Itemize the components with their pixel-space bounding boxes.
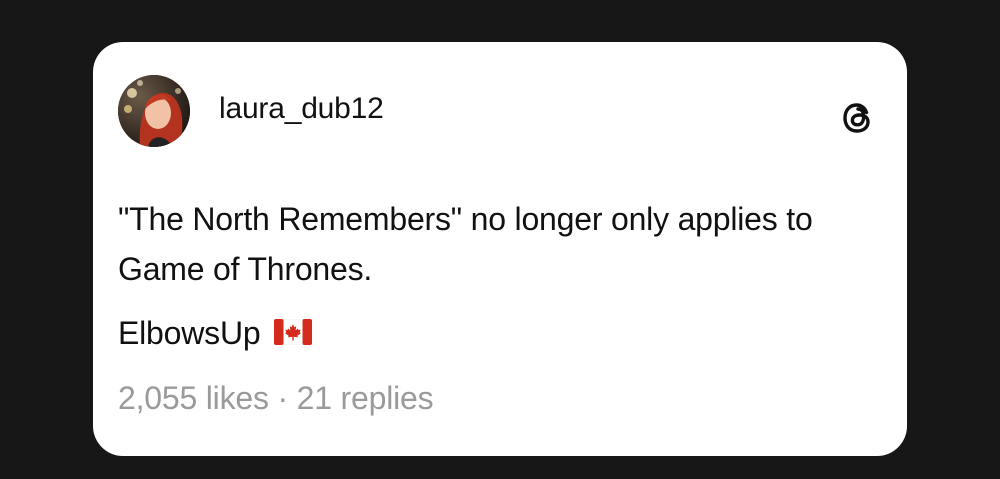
canada-flag-icon bbox=[274, 318, 313, 346]
avatar[interactable] bbox=[118, 75, 190, 147]
avatar-image bbox=[118, 75, 190, 147]
post-stats: 2,055 likes · 21 replies bbox=[118, 380, 434, 417]
likes-count[interactable]: 2,055 likes bbox=[118, 380, 269, 416]
username[interactable]: laura_dub12 bbox=[219, 92, 384, 126]
post-text: "The North Remembers" no longer only app… bbox=[118, 201, 813, 287]
replies-count[interactable]: 21 replies bbox=[297, 380, 434, 416]
stats-separator: · bbox=[277, 380, 289, 416]
hashtag-row: ElbowsUp bbox=[118, 313, 313, 353]
threads-post-card: laura_dub12 "The North Remembers" no lon… bbox=[93, 42, 907, 456]
threads-logo-icon[interactable] bbox=[838, 98, 878, 138]
hashtag-link[interactable]: ElbowsUp bbox=[118, 315, 261, 352]
